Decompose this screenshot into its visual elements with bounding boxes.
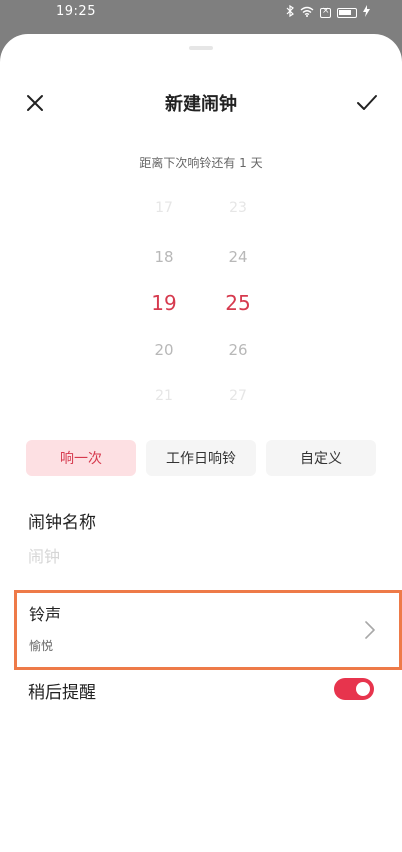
confirm-button[interactable] xyxy=(352,88,382,118)
check-icon xyxy=(357,95,377,110)
hour-option[interactable]: 21 xyxy=(134,388,194,404)
repeat-workdays-button[interactable]: 工作日响铃 xyxy=(146,440,256,476)
hour-option[interactable]: 20 xyxy=(134,341,194,359)
snooze-toggle[interactable] xyxy=(334,678,374,700)
toggle-knob xyxy=(356,682,370,696)
charging-icon xyxy=(363,5,370,20)
minute-option[interactable]: 24 xyxy=(208,248,268,266)
minute-option[interactable]: 27 xyxy=(208,388,268,404)
repeat-once-button[interactable]: 响一次 xyxy=(26,440,136,476)
status-time: 19:25 xyxy=(56,4,96,19)
hour-option[interactable]: 17 xyxy=(134,200,194,216)
page-title: 新建闹钟 xyxy=(165,94,237,115)
drag-handle[interactable] xyxy=(189,46,213,50)
minute-option[interactable]: 26 xyxy=(208,341,268,359)
minute-option[interactable]: 23 xyxy=(208,200,268,216)
minute-selected[interactable]: 25 xyxy=(208,291,268,315)
ringtone-label: 铃声 xyxy=(29,605,62,624)
battery-icon xyxy=(337,7,357,18)
sim-icon xyxy=(320,5,331,18)
ringtone-row[interactable]: 铃声 愉悦 xyxy=(14,590,402,670)
status-bar: 19:25 xyxy=(0,0,402,26)
chevron-right-icon xyxy=(365,621,375,639)
alarm-name-label: 闹钟名称 xyxy=(28,513,96,533)
repeat-custom-button[interactable]: 自定义 xyxy=(266,440,376,476)
next-ring-countdown: 距离下次响铃还有 1 天 xyxy=(139,156,263,170)
bluetooth-icon xyxy=(286,4,294,20)
new-alarm-sheet: 新建闹钟 距离下次响铃还有 1 天 17 18 19 20 21 23 24 2… xyxy=(0,34,402,852)
ringtone-value: 愉悦 xyxy=(29,639,54,653)
hour-option[interactable]: 18 xyxy=(134,248,194,266)
hour-selected[interactable]: 19 xyxy=(134,291,194,315)
status-icons xyxy=(286,5,370,20)
wifi-icon xyxy=(300,6,314,20)
repeat-options: 响一次 工作日响铃 自定义 xyxy=(26,440,376,476)
snooze-label: 稍后提醒 xyxy=(28,683,96,703)
alarm-name-input[interactable] xyxy=(28,542,368,570)
time-picker[interactable]: 17 18 19 20 21 23 24 25 26 27 xyxy=(0,196,402,414)
